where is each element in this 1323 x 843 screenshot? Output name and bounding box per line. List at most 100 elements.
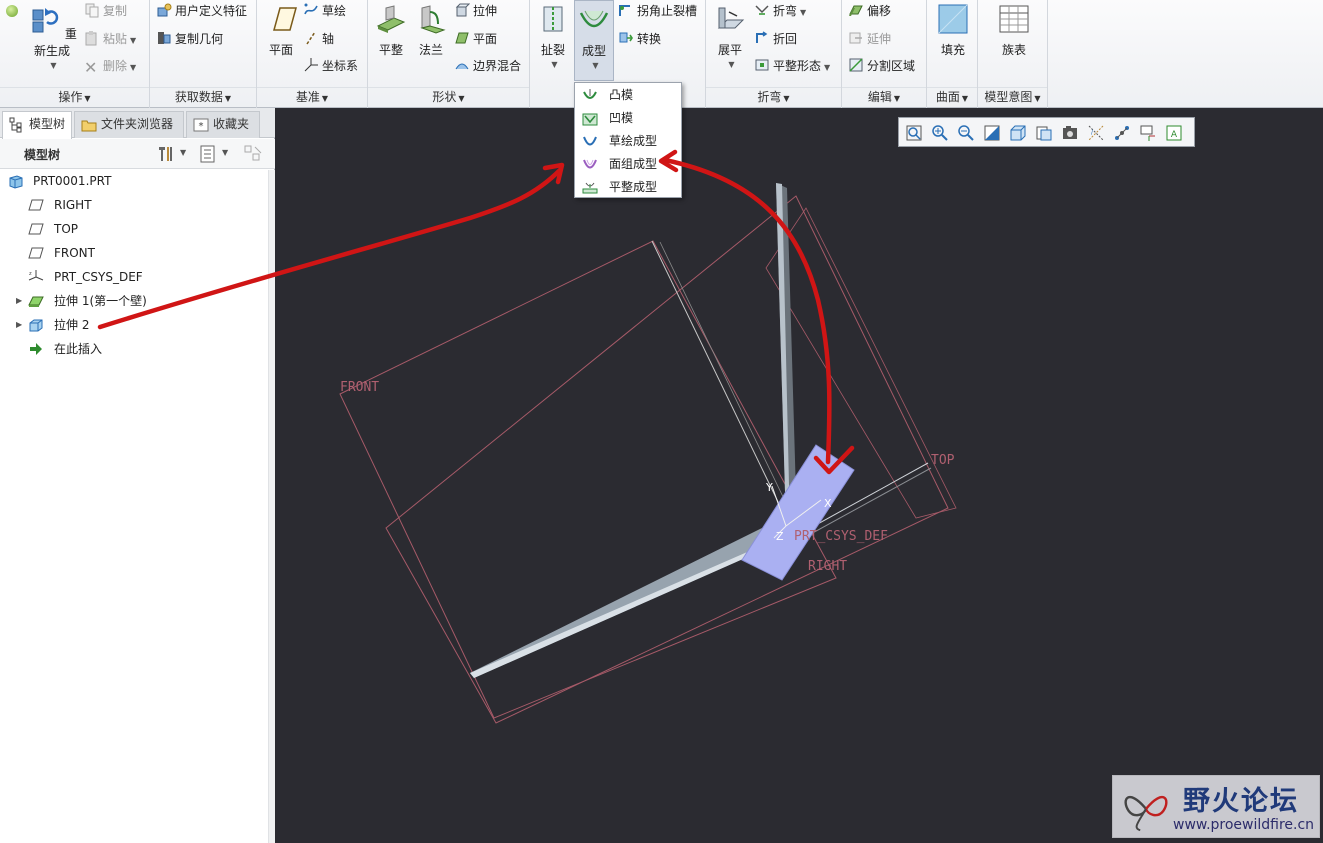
convert-label: 转换 [637, 32, 662, 46]
datum-plane-button[interactable]: 平面 [261, 4, 301, 58]
sketch-button[interactable]: 草绘 [303, 1, 346, 21]
udf-button[interactable]: 用户定义特征 [156, 1, 247, 21]
split-area-button[interactable]: 分割区域 [848, 56, 915, 76]
watermark-url: www.proewildfire.cn [1173, 817, 1315, 833]
bend-back-icon [756, 31, 768, 43]
copy-geometry-button[interactable]: 复制几何 [156, 29, 223, 49]
extrude-button[interactable]: 拉伸 [454, 1, 497, 21]
form-button[interactable]: 成型 ▼ [574, 0, 614, 81]
csys-label[interactable]: PRT_CSYS_DEF [794, 529, 888, 544]
regenerate-dropdown-arrow[interactable]: ▼ [27, 61, 80, 70]
menu-item-sketched-form[interactable]: 草绘成型 [575, 130, 681, 153]
tab-favorites[interactable]: * 收藏夹 [186, 111, 260, 138]
flange-button[interactable]: 法兰 [412, 4, 450, 58]
chevron-down-icon: ▼ [961, 94, 969, 103]
datum-plane-icon [273, 7, 297, 31]
expand-arrow-icon[interactable]: ▶ [16, 314, 22, 336]
offset-button[interactable]: 偏移 [848, 1, 891, 21]
show-dropdown-arrow[interactable]: ▼ [222, 148, 228, 157]
corner-relief-button[interactable]: 拐角止裂槽 [618, 1, 697, 21]
zoom-in-icon[interactable] [931, 124, 949, 142]
first-wall-icon [28, 296, 44, 307]
fill-button[interactable]: 填充 [933, 4, 973, 58]
tree-node-extrude-2-label: 拉伸 2 [54, 318, 90, 332]
flat-wall-button[interactable]: 平整 [372, 4, 410, 58]
extrude-label: 拉伸 [473, 4, 498, 18]
group-label-surfaces[interactable]: 曲面 ▼ [927, 87, 977, 105]
csys-button[interactable]: 坐标系 [303, 56, 358, 76]
annotation-display-icon[interactable]: A [1165, 124, 1183, 142]
refit-icon[interactable] [905, 124, 923, 142]
display-style-icon[interactable] [1009, 124, 1027, 142]
group-label-get-data[interactable]: 获取数据 ▼ [150, 87, 256, 105]
tab-folder-browser[interactable]: 文件夹浏览器 [74, 111, 184, 138]
copy-button[interactable]: 复制 [84, 1, 127, 21]
top-plane-label[interactable]: TOP [931, 453, 955, 468]
front-datum-plane[interactable] [339, 240, 837, 719]
regenerate-button[interactable]: 重新生成 ▼ [24, 4, 80, 70]
saved-orientations-icon[interactable] [1035, 124, 1053, 142]
punch-icon [583, 89, 597, 99]
group-label-model-intent[interactable]: 模型意图 ▼ [978, 87, 1047, 105]
group-label-editing[interactable]: 编辑 ▼ [842, 87, 926, 105]
zoom-out-icon[interactable] [957, 124, 975, 142]
group-label-operations[interactable]: 操作 ▼ [0, 87, 149, 105]
axis-y-label: Y [765, 481, 773, 494]
menu-item-punch[interactable]: 凸模 [575, 84, 681, 107]
planar-button[interactable]: 平面 [454, 29, 497, 49]
flat-pattern-button[interactable]: 平整形态 ▼ [754, 56, 830, 76]
unbend-button[interactable]: 展平 ▼ [710, 4, 750, 69]
chevron-down-icon: ▼ [321, 94, 329, 103]
graphics-window[interactable]: FRONT TOP RIGHT PRT_CSYS_DEF X Y Z / A [276, 108, 1323, 843]
flat-pattern-dropdown-arrow[interactable]: ▼ [824, 63, 830, 72]
delete-button[interactable]: ✕ 删除 ▼ [84, 56, 136, 76]
group-label-datum[interactable]: 基准 ▼ [257, 87, 367, 105]
right-datum-plane[interactable] [385, 195, 949, 724]
settings-dropdown-arrow[interactable]: ▼ [180, 148, 186, 157]
csys-display-icon[interactable] [1139, 124, 1157, 142]
datum-display-icon[interactable]: / [1087, 124, 1105, 142]
paste-button[interactable]: 粘贴 ▼ [84, 29, 136, 49]
extend-button[interactable]: 延伸 [848, 29, 891, 49]
operations-label-text: 操作 [58, 90, 83, 104]
menu-item-die[interactable]: 凹模 [575, 107, 681, 130]
axis-button[interactable]: 轴 [303, 29, 334, 49]
form-dropdown-arrow[interactable]: ▼ [578, 61, 613, 70]
expand-arrow-icon[interactable]: ▶ [16, 290, 22, 312]
right-plane-label[interactable]: RIGHT [808, 559, 847, 574]
convert-button[interactable]: 转换 [618, 29, 661, 49]
rip-dropdown-arrow[interactable]: ▼ [537, 60, 572, 69]
repaint-icon[interactable] [983, 124, 1001, 142]
rip-button[interactable]: 扯裂 ▼ [534, 4, 572, 69]
tab-model-tree[interactable]: 模型树 [2, 111, 72, 139]
view-manager-icon[interactable] [1061, 124, 1079, 142]
tree-scrollbar[interactable] [268, 170, 275, 843]
model-tree-icon [9, 117, 22, 133]
paste-dropdown-arrow[interactable]: ▼ [130, 36, 136, 45]
boundary-blend-label: 边界混合 [473, 59, 522, 73]
menu-item-quilt-form[interactable]: 面组成型 [575, 153, 681, 176]
group-get-data: 用户定义特征 复制几何 获取数据 ▼ [150, 0, 257, 108]
family-table-button[interactable]: 族表 [992, 4, 1036, 58]
model-canvas[interactable]: FRONT TOP RIGHT PRT_CSYS_DEF X Y Z [276, 108, 1323, 843]
point-display-icon[interactable] [1113, 124, 1131, 142]
favorites-icon: * [193, 118, 209, 132]
boundary-blend-button[interactable]: 边界混合 [454, 56, 521, 76]
view-toolbar: / A [898, 117, 1195, 147]
bend-dropdown-arrow[interactable]: ▼ [800, 8, 806, 17]
menu-item-flatten-form[interactable]: 平整成型 [575, 176, 681, 199]
bend-button[interactable]: 折弯 ▼ [754, 1, 806, 21]
paste-label: 粘贴 [103, 32, 128, 46]
bend-back-button[interactable]: 折回 [754, 29, 797, 49]
filter-icon[interactable] [243, 144, 263, 164]
front-plane-label[interactable]: FRONT [340, 380, 379, 395]
chevron-down-icon: ▼ [224, 94, 232, 103]
show-list-icon[interactable] [198, 144, 218, 164]
group-label-bends[interactable]: 折弯 ▼ [706, 87, 841, 105]
flange-icon [420, 5, 446, 34]
group-label-shapes[interactable]: 形状 ▼ [368, 87, 529, 105]
delete-dropdown-arrow[interactable]: ▼ [130, 63, 136, 72]
settings-tool-icon[interactable] [156, 144, 176, 164]
extrude-icon [455, 3, 470, 17]
unbend-dropdown-arrow[interactable]: ▼ [713, 60, 750, 69]
